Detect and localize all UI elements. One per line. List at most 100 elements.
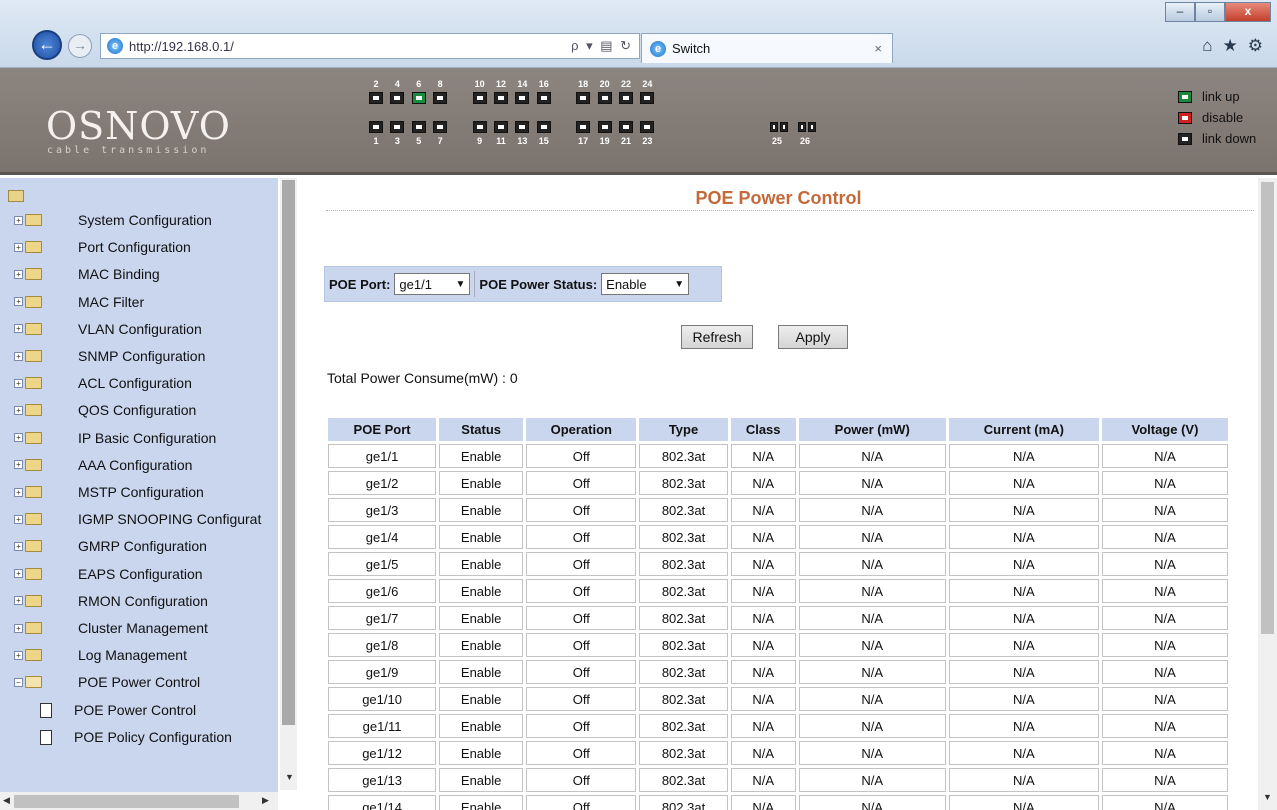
- scroll-left-arrow-icon[interactable]: ◀: [3, 795, 10, 806]
- expand-icon[interactable]: +: [14, 514, 23, 524]
- scroll-right-arrow-icon[interactable]: ▶: [262, 795, 269, 806]
- tab-close-icon[interactable]: ×: [874, 41, 882, 56]
- expand-icon[interactable]: +: [14, 596, 23, 606]
- port-2-icon[interactable]: [369, 92, 383, 104]
- port-10-icon[interactable]: [472, 92, 487, 104]
- sidebar-item[interactable]: + ACL Configuration: [14, 375, 192, 391]
- expand-icon[interactable]: +: [14, 378, 23, 388]
- close-window-button[interactable]: x: [1225, 2, 1271, 22]
- port-14-icon[interactable]: [515, 92, 530, 104]
- home-icon[interactable]: ⌂: [1202, 36, 1212, 56]
- settings-gear-icon[interactable]: ⚙: [1248, 36, 1263, 56]
- port-5-icon[interactable]: [411, 121, 426, 133]
- sidebar-subitem[interactable]: POE Policy Configuration: [40, 729, 232, 745]
- apply-button[interactable]: Apply: [778, 325, 848, 349]
- port-15-icon[interactable]: [536, 121, 551, 133]
- port-17-icon[interactable]: [576, 121, 591, 133]
- table-cell: N/A: [948, 525, 1099, 549]
- sidebar-item[interactable]: + IP Basic Configuration: [14, 430, 216, 446]
- minimize-button[interactable]: –: [1165, 2, 1195, 22]
- forward-button[interactable]: →: [68, 34, 92, 58]
- table-cell: N/A: [1101, 606, 1228, 630]
- sidebar-item[interactable]: + VLAN Configuration: [14, 321, 202, 337]
- sidebar-item[interactable]: + System Configuration: [14, 212, 212, 228]
- favorites-star-icon[interactable]: ★: [1223, 36, 1238, 56]
- port-24-icon[interactable]: [640, 92, 655, 104]
- expand-icon[interactable]: +: [14, 297, 23, 307]
- control-separator: [474, 271, 476, 297]
- table-cell: Off: [526, 768, 637, 792]
- scroll-down-arrow-icon[interactable]: ▼: [285, 772, 294, 782]
- port-12-icon[interactable]: [494, 92, 508, 104]
- port-8-icon[interactable]: [433, 92, 448, 104]
- main-scroll-thumb[interactable]: [1261, 182, 1274, 634]
- expand-icon[interactable]: +: [14, 351, 23, 361]
- column-header: Voltage (V): [1101, 418, 1228, 441]
- scroll-down-arrow-icon[interactable]: ▼: [1263, 792, 1272, 802]
- expand-icon[interactable]: +: [14, 324, 23, 334]
- table-cell: N/A: [1101, 471, 1228, 495]
- port-3-icon[interactable]: [390, 121, 405, 133]
- expand-icon[interactable]: +: [14, 405, 23, 415]
- sidebar-item[interactable]: + Cluster Management: [14, 620, 208, 636]
- sidebar-subitem[interactable]: POE Power Control: [40, 702, 196, 718]
- expand-icon[interactable]: +: [14, 487, 23, 497]
- port-16-icon[interactable]: [536, 92, 551, 104]
- expand-icon[interactable]: +: [14, 569, 23, 579]
- sidebar-item-label: QOS Configuration: [78, 402, 197, 419]
- refresh-button[interactable]: Refresh: [681, 325, 753, 349]
- port-13-icon[interactable]: [515, 121, 530, 133]
- sidebar-item[interactable]: + QOS Configuration: [14, 402, 196, 418]
- port-7-icon[interactable]: [433, 121, 448, 133]
- port-19-icon[interactable]: [597, 121, 612, 133]
- address-bar[interactable]: e http://192.168.0.1/ ρ ▾ ▤ ↻: [100, 33, 640, 59]
- logo-subtitle: cable transmission: [47, 145, 210, 156]
- port-23-icon[interactable]: [640, 121, 655, 133]
- port-11-icon[interactable]: [494, 121, 508, 133]
- table-cell: 802.3at: [639, 498, 728, 522]
- tab-switch[interactable]: e Switch ×: [641, 33, 893, 63]
- back-button[interactable]: ←: [32, 30, 62, 60]
- sidebar-h-scroll-thumb[interactable]: [14, 795, 239, 808]
- sidebar-scroll-thumb[interactable]: [282, 180, 295, 725]
- expand-icon[interactable]: +: [14, 215, 23, 225]
- expand-icon[interactable]: +: [14, 650, 23, 660]
- sidebar-item[interactable]: + MSTP Configuration: [14, 484, 204, 500]
- port-20-icon[interactable]: [597, 92, 612, 104]
- fiber-slot-icon: [808, 122, 816, 132]
- port-9-icon[interactable]: [472, 121, 487, 133]
- maximize-button[interactable]: ▫: [1195, 2, 1225, 22]
- poe-port-select[interactable]: ge1/1 ▼: [394, 273, 471, 295]
- port-4-icon[interactable]: [390, 92, 405, 104]
- sidebar-vertical-scrollbar[interactable]: [280, 178, 297, 790]
- sidebar-item[interactable]: + IGMP SNOOPING Configurat: [14, 511, 261, 527]
- main-vertical-scrollbar[interactable]: ▼: [1258, 178, 1277, 810]
- expand-icon[interactable]: +: [14, 269, 23, 279]
- sidebar-item[interactable]: + MAC Binding: [14, 266, 160, 282]
- sidebar-item[interactable]: + SNMP Configuration: [14, 348, 205, 364]
- table-cell: Off: [526, 741, 637, 765]
- port-21-icon[interactable]: [619, 121, 633, 133]
- sidebar-item[interactable]: − POE Power Control: [14, 674, 200, 690]
- port-22-icon[interactable]: [619, 92, 633, 104]
- sidebar-item[interactable]: + EAPS Configuration: [14, 566, 203, 582]
- sidebar-item[interactable]: + AAA Configuration: [14, 457, 192, 473]
- expand-icon[interactable]: +: [14, 433, 23, 443]
- sidebar-item[interactable]: + GMRP Configuration: [14, 538, 207, 554]
- sidebar-horizontal-scrollbar[interactable]: ◀ ▶: [0, 792, 278, 810]
- poe-status-select[interactable]: Enable ▼: [601, 273, 690, 295]
- collapse-icon[interactable]: −: [14, 677, 23, 687]
- port-18-icon[interactable]: [576, 92, 591, 104]
- sidebar-item[interactable]: + Port Configuration: [14, 239, 191, 255]
- expand-icon[interactable]: +: [14, 623, 23, 633]
- sidebar-item[interactable]: + Log Management: [14, 647, 187, 663]
- sidebar-item[interactable]: + MAC Filter: [14, 294, 144, 310]
- expand-icon[interactable]: +: [14, 242, 23, 252]
- port-6-icon[interactable]: [411, 92, 426, 104]
- search-refresh-icons[interactable]: ρ ▾ ▤ ↻: [571, 38, 633, 54]
- port-1-icon[interactable]: [369, 121, 383, 133]
- sidebar-item[interactable]: + RMON Configuration: [14, 593, 208, 609]
- table-cell: 802.3at: [639, 660, 728, 684]
- expand-icon[interactable]: +: [14, 541, 23, 551]
- expand-icon[interactable]: +: [14, 460, 23, 470]
